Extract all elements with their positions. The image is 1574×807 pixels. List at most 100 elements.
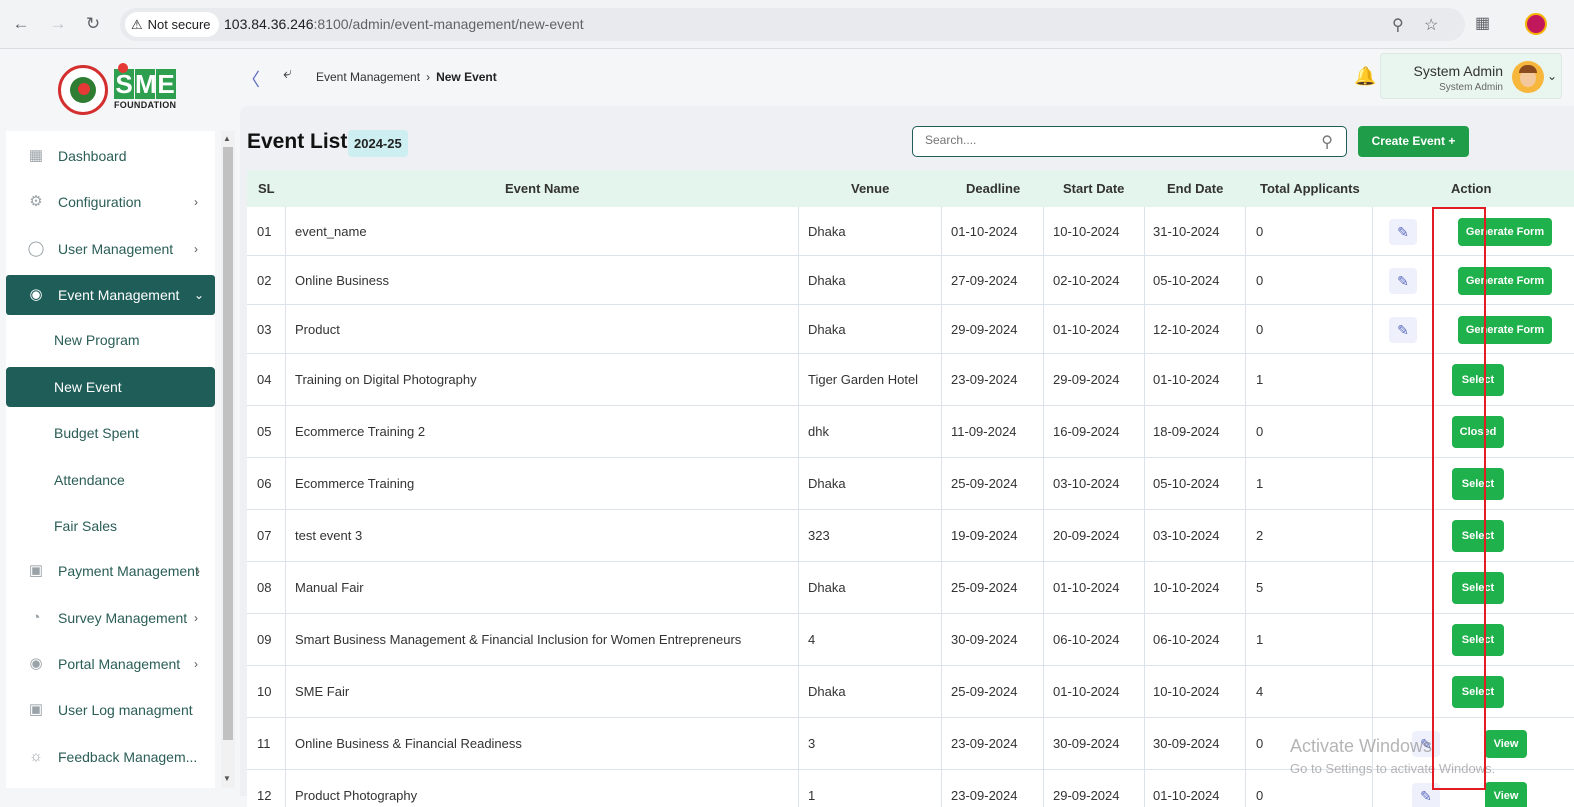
- column-divider: [1144, 718, 1145, 770]
- chevron-right-icon: ›: [196, 564, 200, 578]
- search-input[interactable]: [925, 133, 1305, 147]
- column-divider: [941, 614, 942, 666]
- address-bar[interactable]: ⚠ Not secure 103.84.36.246:8100/admin/ev…: [120, 8, 1465, 41]
- chevron-right-icon: ›: [194, 242, 198, 256]
- cell-deadline: 30-09-2024: [951, 632, 1018, 647]
- url-text[interactable]: 103.84.36.246:8100/admin/event-managemen…: [224, 16, 584, 32]
- cell-start: 01-10-2024: [1053, 580, 1120, 595]
- cell-deadline: 25-09-2024: [951, 476, 1018, 491]
- sme-letters: S M E: [114, 69, 176, 99]
- sidebar-item-label: Feedback Managem...: [58, 749, 198, 765]
- forward-arrow-icon[interactable]: →: [47, 13, 69, 35]
- sidebar-item-portal-management[interactable]: ◉ Portal Management ›: [6, 644, 215, 684]
- cell-start: 06-10-2024: [1053, 632, 1120, 647]
- search-field[interactable]: ⚲: [912, 126, 1347, 157]
- scroll-up-icon[interactable]: ▲: [223, 134, 231, 143]
- cell-applicants: 1: [1256, 632, 1264, 647]
- sme-foundation-logo: S M E FOUNDATION: [58, 63, 183, 115]
- column-divider: [1144, 256, 1145, 305]
- column-divider: [798, 562, 799, 614]
- chevron-down-icon[interactable]: ⌄: [1547, 69, 1557, 83]
- action-button-view[interactable]: View: [1485, 782, 1527, 807]
- sidebar-subitem-budget-spent[interactable]: Budget Spent: [6, 413, 215, 453]
- sidebar-subitem-fair-sales[interactable]: Fair Sales: [6, 506, 215, 546]
- column-divider: [798, 614, 799, 666]
- sidebar-subitem-new-event[interactable]: New Event: [6, 367, 215, 407]
- column-divider: [798, 666, 799, 718]
- scroll-down-icon[interactable]: ▼: [223, 774, 231, 783]
- column-header-total-applicants: Total Applicants: [1260, 181, 1360, 196]
- extensions-icon[interactable]: ▦: [1475, 13, 1490, 33]
- cell-applicants: 1: [1256, 372, 1264, 387]
- sidebar-item-user-management[interactable]: ◯ User Management ›: [6, 229, 215, 269]
- column-divider: [1043, 718, 1044, 770]
- user-menu[interactable]: System Admin System Admin ⌄: [1380, 53, 1562, 99]
- sidebar-scrollbar[interactable]: ▲ ▼: [221, 131, 235, 788]
- table-row: 02 Online Business Dhaka 27-09-2024 02-10-20…: [247, 256, 1574, 305]
- cell-sl: 12: [257, 788, 272, 803]
- cell-applicants: 0: [1256, 224, 1264, 239]
- shield-icon: ◯: [27, 240, 45, 257]
- cell-end: 12-10-2024: [1153, 322, 1220, 337]
- back-arrow-icon[interactable]: ←: [10, 13, 32, 35]
- sidebar-item-configuration[interactable]: ⚙ Configuration ›: [6, 182, 215, 222]
- cell-end: 06-10-2024: [1153, 632, 1220, 647]
- sidebar-item-dashboard[interactable]: ▦ Dashboard: [6, 136, 215, 176]
- sidebar-item-survey-management[interactable]: ◔ Survey Management ›: [6, 598, 215, 638]
- sidebar-item-label: Fair Sales: [54, 518, 118, 534]
- logo-foundation-text: FOUNDATION: [114, 100, 177, 110]
- profile-avatar-icon[interactable]: [1525, 13, 1547, 35]
- sidebar-item-user-log[interactable]: ▣ User Log managment: [6, 690, 215, 730]
- cell-applicants: 0: [1256, 322, 1264, 337]
- column-divider: [285, 770, 286, 807]
- sidebar-collapse-icon[interactable]: 〈: [242, 66, 260, 92]
- cell-sl: 10: [257, 684, 272, 699]
- warning-icon: ⚠: [131, 17, 143, 32]
- cell-applicants: 0: [1256, 273, 1264, 288]
- breadcrumb-parent[interactable]: Event Management: [316, 70, 420, 84]
- cell-end: 10-10-2024: [1153, 580, 1220, 595]
- government-emblem-icon: [58, 65, 108, 115]
- column-divider: [1043, 562, 1044, 614]
- column-divider: [941, 458, 942, 510]
- star-icon[interactable]: ☆: [1424, 15, 1438, 35]
- cell-start: 10-10-2024: [1053, 224, 1120, 239]
- notification-bell-icon[interactable]: 🔔: [1354, 66, 1376, 87]
- column-divider: [798, 770, 799, 807]
- edit-icon[interactable]: ✎: [1389, 317, 1417, 343]
- cell-end: 30-09-2024: [1153, 736, 1220, 751]
- create-event-button[interactable]: Create Event +: [1358, 126, 1469, 157]
- avatar-hair: [1519, 65, 1537, 73]
- scroll-thumb[interactable]: [223, 147, 233, 740]
- column-divider: [1144, 562, 1145, 614]
- sidebar-subitem-attendance[interactable]: Attendance: [6, 460, 215, 500]
- action-button-view[interactable]: View: [1485, 730, 1527, 758]
- edit-icon[interactable]: ✎: [1389, 219, 1417, 245]
- chevron-right-icon: ›: [194, 611, 198, 625]
- search-icon[interactable]: ⚲: [1321, 132, 1333, 152]
- cell-deadline: 29-09-2024: [951, 322, 1018, 337]
- column-header-deadline: Deadline: [966, 181, 1021, 196]
- reload-icon[interactable]: ↻: [82, 13, 104, 35]
- column-divider: [1043, 510, 1044, 562]
- column-divider: [285, 354, 286, 406]
- sidebar-subitem-new-program[interactable]: New Program: [6, 320, 215, 360]
- column-divider: [941, 256, 942, 305]
- sidebar-item-label: User Log managment: [58, 702, 193, 718]
- sidebar-item-payment-management[interactable]: ▣ Payment Management ›: [6, 551, 215, 591]
- zoom-icon[interactable]: ⚲: [1392, 15, 1404, 35]
- cell-venue: 323: [808, 528, 830, 543]
- sidebar-item-feedback[interactable]: ☼ Feedback Managem...: [6, 737, 215, 777]
- sidebar-item-label: Configuration: [58, 194, 142, 210]
- sme-wordmark: S M E FOUNDATION: [114, 63, 177, 110]
- sidebar-item-event-management[interactable]: ◉ Event Management ⌄: [6, 275, 215, 315]
- edit-icon[interactable]: ✎: [1389, 268, 1417, 294]
- column-divider: [285, 666, 286, 718]
- cell-deadline: 01-10-2024: [951, 224, 1018, 239]
- column-divider: [1245, 770, 1246, 807]
- cell-applicants: 0: [1256, 424, 1264, 439]
- undo-back-icon[interactable]: ⤶: [283, 65, 292, 83]
- column-header-end-date: End Date: [1167, 181, 1224, 196]
- column-divider: [1245, 406, 1246, 458]
- security-chip[interactable]: ⚠ Not secure: [125, 12, 219, 37]
